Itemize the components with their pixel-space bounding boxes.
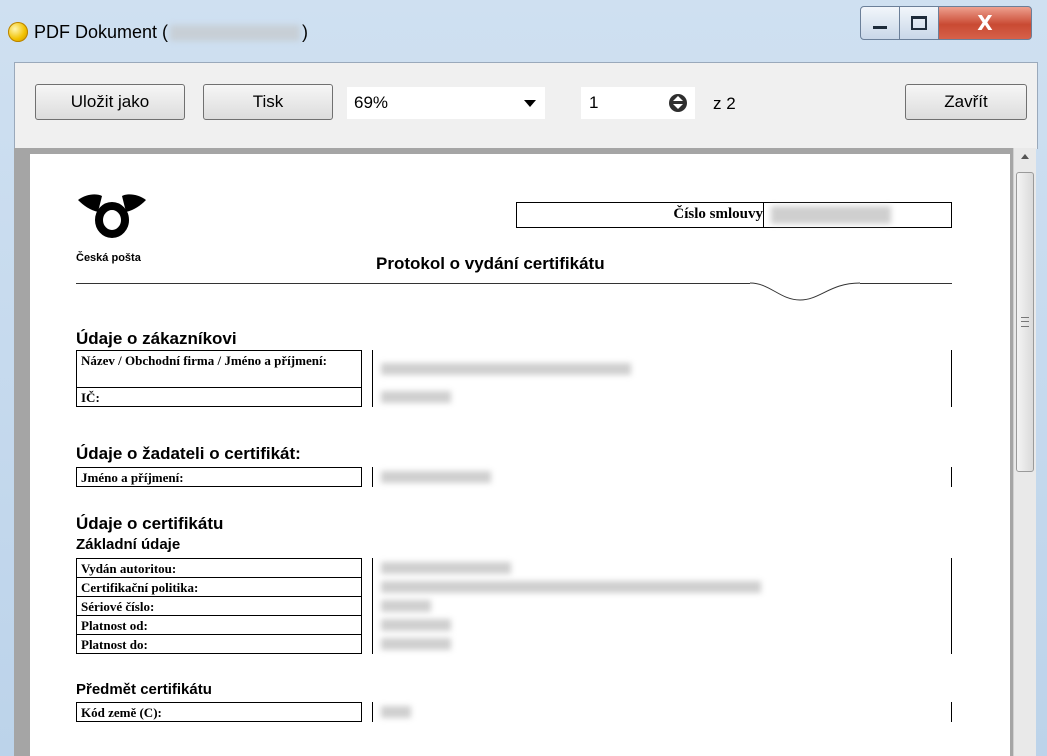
- scroll-up-icon[interactable]: [1021, 154, 1029, 159]
- maximize-button[interactable]: [899, 6, 939, 40]
- minimize-icon: [873, 25, 887, 29]
- close-icon: X: [977, 11, 993, 35]
- table-row: Název / Obchodní firma / Jméno a příjmen…: [76, 350, 952, 388]
- certificate-section-heading: Údaje o certifikátu: [76, 514, 224, 533]
- valid-to-value: [372, 634, 952, 654]
- subject-subheading: Předmět certifikátu: [76, 681, 212, 698]
- title-bar[interactable]: PDF Dokument () X: [0, 0, 1047, 62]
- valid-from-label: Platnost od:: [76, 615, 362, 635]
- redacted-value: [381, 391, 451, 403]
- pdf-viewer-window: PDF Dokument () X Uložit jako Tisk 69% 1…: [0, 0, 1047, 756]
- customer-ic-value: [372, 387, 952, 407]
- redacted-value: [381, 562, 511, 574]
- table-row: Vydán autoritou:: [76, 558, 952, 578]
- redacted-value: [381, 363, 631, 375]
- table-row: Sériové číslo:: [76, 596, 952, 616]
- basic-data-subheading: Základní údaje: [76, 536, 181, 553]
- close-button[interactable]: Zavřít: [905, 84, 1027, 120]
- table-row: Jméno a příjmení:: [76, 467, 952, 487]
- save-as-button[interactable]: Uložit jako: [35, 84, 185, 120]
- logo-label: Česká pošta: [76, 252, 141, 264]
- ceska-posta-logo-icon: [78, 194, 146, 238]
- page-spinner[interactable]: [669, 94, 687, 112]
- contract-number-box: Číslo smlouvy: [516, 202, 952, 228]
- pdf-page: Česká pošta Číslo smlouvy Protokol o vyd…: [30, 154, 1010, 756]
- country-code-value: [372, 702, 952, 722]
- redacted-value: [381, 706, 411, 718]
- vertical-scrollbar[interactable]: [1013, 148, 1036, 756]
- redacted-title: [170, 25, 301, 42]
- valid-to-label: Platnost do:: [76, 634, 362, 654]
- table-row: Kód země (C):: [76, 702, 952, 722]
- toolbar: Uložit jako Tisk 69% 1 z 2 Zavřít: [14, 62, 1038, 149]
- redacted-value: [381, 619, 451, 631]
- app-icon: [8, 22, 28, 42]
- serial-value: [372, 596, 952, 616]
- redacted-value: [381, 471, 491, 483]
- table-row: Certifikační politika:: [76, 577, 952, 597]
- policy-label: Certifikační politika:: [76, 577, 362, 597]
- page-number-input[interactable]: 1: [581, 87, 695, 119]
- issued-by-label: Vydán autoritou:: [76, 558, 362, 578]
- contract-divider: [763, 203, 764, 227]
- window-title: PDF Dokument (): [34, 22, 308, 43]
- table-row: IČ:: [76, 387, 952, 407]
- customer-section-heading: Údaje o zákazníkovi: [76, 329, 237, 348]
- customer-ic-label: IČ:: [76, 387, 362, 407]
- document-viewer[interactable]: Česká pošta Číslo smlouvy Protokol o vyd…: [14, 148, 1036, 756]
- header-curve-divider: [750, 282, 860, 301]
- spin-up-icon: [673, 96, 683, 101]
- customer-name-label: Název / Obchodní firma / Jméno a příjmen…: [76, 350, 362, 388]
- valid-from-value: [372, 615, 952, 635]
- applicant-name-value: [372, 467, 952, 487]
- redacted-contract-number: [771, 206, 891, 224]
- page-total-label: z 2: [713, 94, 736, 113]
- maximize-icon: [911, 16, 927, 30]
- scrollbar-thumb[interactable]: [1016, 172, 1034, 472]
- window-title-text: PDF Dokument (: [34, 22, 169, 42]
- page-number-value: 1: [589, 93, 599, 112]
- issued-by-value: [372, 558, 952, 578]
- print-button[interactable]: Tisk: [203, 84, 333, 120]
- table-row: Platnost od:: [76, 615, 952, 635]
- applicant-section-heading: Údaje o žadateli o certifikát:: [76, 444, 301, 463]
- policy-value: [372, 577, 952, 597]
- chevron-down-icon: [524, 100, 536, 107]
- zoom-select[interactable]: 69%: [347, 87, 545, 119]
- customer-name-value: [372, 350, 952, 388]
- minimize-button[interactable]: [860, 6, 900, 40]
- table-row: Platnost do:: [76, 634, 952, 654]
- grip-icon: [1021, 317, 1029, 327]
- redacted-value: [381, 581, 761, 593]
- country-code-label: Kód země (C):: [76, 702, 362, 722]
- contract-number-label: Číslo smlouvy: [673, 206, 763, 222]
- serial-label: Sériové číslo:: [76, 596, 362, 616]
- document-title: Protokol o vydání certifikátu: [376, 254, 605, 273]
- applicant-name-label: Jméno a příjmení:: [76, 467, 362, 487]
- redacted-value: [381, 638, 451, 650]
- window-title-paren: ): [302, 22, 309, 42]
- close-window-button[interactable]: X: [938, 6, 1032, 40]
- redacted-value: [381, 600, 431, 612]
- spin-down-icon: [673, 104, 683, 109]
- zoom-value: 69%: [354, 93, 389, 112]
